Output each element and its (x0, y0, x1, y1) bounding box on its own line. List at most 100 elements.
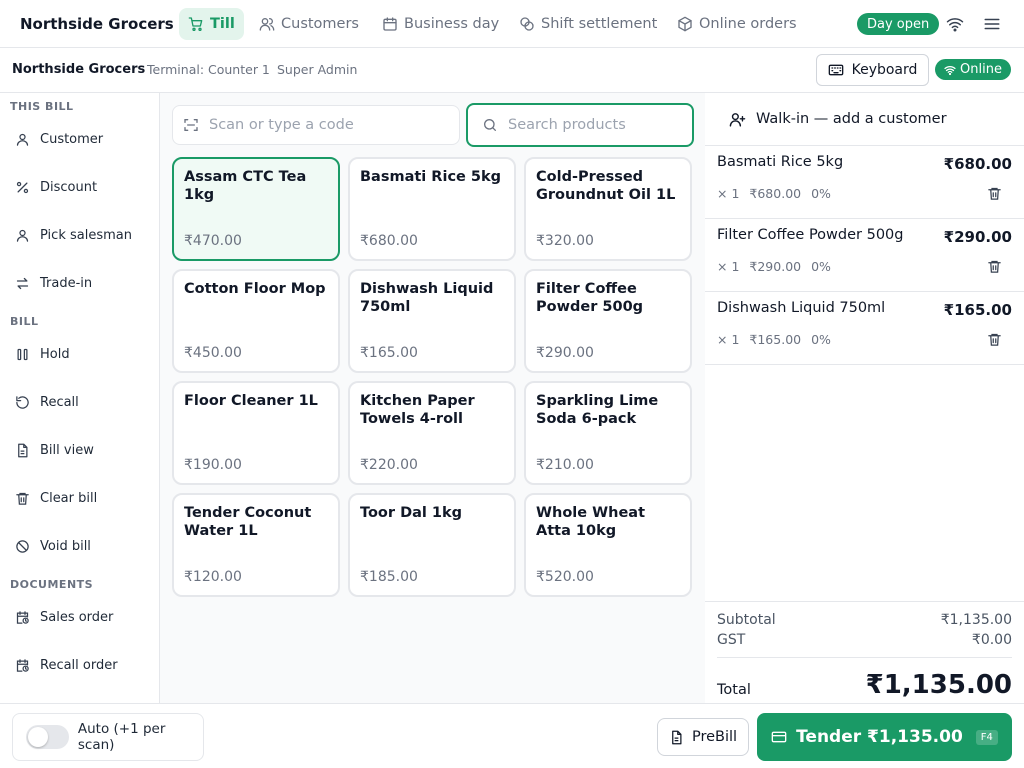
keyboard-icon (828, 62, 844, 78)
product-price: ₹470.00 (184, 233, 242, 249)
percent-icon (15, 180, 30, 195)
sidebar-item-label: Customer (40, 131, 104, 147)
cart-line-qty: × 1 (717, 259, 740, 274)
totals-section: Subtotal ₹1,135.00 GST ₹0.00 Total ₹1,13… (705, 601, 1024, 703)
product-card[interactable]: Tender Coconut Water 1L ₹120.00 (172, 493, 340, 597)
product-price: ₹185.00 (360, 569, 418, 585)
cart-line-name: Filter Coffee Powder 500g (717, 227, 904, 243)
sidebar-item-bill-view[interactable]: Bill view (15, 438, 94, 462)
tab-business-day-label: Business day (404, 16, 500, 32)
trash-icon[interactable] (987, 332, 1002, 347)
wifi-icon (946, 15, 964, 33)
product-card[interactable]: Basmati Rice 5kg ₹680.00 (348, 157, 516, 261)
product-price: ₹520.00 (536, 569, 594, 585)
tab-business-day[interactable]: Business day (373, 8, 508, 40)
product-card[interactable]: Filter Coffee Powder 500g ₹290.00 (524, 269, 692, 373)
product-card[interactable]: Floor Cleaner 1L ₹190.00 (172, 381, 340, 485)
cart-line-qty: × 1 (717, 332, 740, 347)
coins-icon (519, 16, 535, 32)
sidebar-item-label: Sales order (40, 609, 114, 625)
brand-name: Northside Grocers (20, 15, 174, 33)
cart-line-total: ₹290.00 (943, 228, 1012, 246)
product-card[interactable]: Cotton Floor Mop ₹450.00 (172, 269, 340, 373)
terminal-label: Terminal: Counter 1 (147, 62, 270, 77)
product-name: Floor Cleaner 1L (184, 393, 318, 409)
add-customer-button[interactable]: Walk-in — add a customer (705, 93, 1024, 146)
tab-customers[interactable]: Customers (250, 8, 368, 40)
product-name: Toor Dal 1kg (360, 505, 463, 521)
sidebar-item-void-bill[interactable]: Void bill (15, 534, 91, 558)
product-name: Sparkling Lime Soda 6-pack (536, 393, 659, 427)
menu-icon[interactable] (983, 15, 1001, 33)
product-card[interactable]: Whole Wheat Atta 10kg ₹520.00 (524, 493, 692, 597)
product-price: ₹120.00 (184, 569, 242, 585)
sidebar-item-recall-order[interactable]: Recall order (15, 653, 118, 677)
calendar-icon (382, 16, 398, 32)
cart-line[interactable]: Basmati Rice 5kg ₹680.00 × 1 ₹680.00 0% (705, 146, 1024, 219)
prebill-label: PreBill (691, 729, 738, 745)
tab-shift-settlement-label: Shift settlement (541, 16, 658, 32)
section-bill: BILL (10, 315, 39, 328)
tender-button[interactable]: Tender ₹1,135.00 F4 (757, 713, 1012, 761)
store-name: Northside Grocers (12, 62, 146, 77)
sidebar-item-hold[interactable]: Hold (15, 342, 70, 366)
package-icon (677, 16, 693, 32)
product-name: Cotton Floor Mop (184, 281, 326, 297)
product-price: ₹210.00 (536, 457, 594, 473)
toggle-switch[interactable] (26, 725, 69, 749)
top-navigation: Northside Grocers Till Customers Busines… (0, 0, 1024, 48)
cart-line-unit-price: ₹680.00 (749, 186, 802, 201)
sidebar-item-trade-in[interactable]: Trade-in (15, 271, 92, 295)
sidebar-item-label: Bill view (40, 442, 94, 458)
gst-value: ₹0.00 (971, 632, 1012, 648)
undo-icon (15, 395, 30, 410)
sidebar-item-recall[interactable]: Recall (15, 390, 79, 414)
product-name: Cold-Pressed Groundnut Oil 1L (536, 169, 676, 203)
product-name: Assam CTC Tea 1kg (184, 169, 307, 203)
product-name: Whole Wheat Atta 10kg (536, 505, 645, 539)
tab-till-label: Till (210, 16, 235, 32)
product-name: Basmati Rice 5kg (360, 169, 502, 185)
sidebar-item-clear-bill[interactable]: Clear bill (15, 486, 97, 510)
tab-online-orders-label: Online orders (699, 16, 797, 32)
product-card[interactable]: Cold-Pressed Groundnut Oil 1L ₹320.00 (524, 157, 692, 261)
prebill-button[interactable]: PreBill (657, 718, 749, 756)
product-name: Filter Coffee Powder 500g (536, 281, 644, 315)
sidebar-item-customer[interactable]: Customer (15, 127, 103, 151)
keyboard-button[interactable]: Keyboard (816, 54, 929, 86)
sidebar-item-sales-order[interactable]: Sales order (15, 605, 113, 629)
cart-panel: Walk-in — add a customer Basmati Rice 5k… (705, 93, 1024, 703)
total-label: Total (717, 682, 751, 698)
tab-shift-settlement[interactable]: Shift settlement (510, 8, 666, 40)
product-card[interactable]: Kitchen Paper Towels 4-roll ₹220.00 (348, 381, 516, 485)
wifi-icon (944, 64, 956, 76)
product-card[interactable]: Toor Dal 1kg ₹185.00 (348, 493, 516, 597)
sidebar-item-label: Recall order (40, 657, 118, 673)
tab-till[interactable]: Till (179, 8, 244, 40)
file-icon (15, 443, 30, 458)
product-price: ₹680.00 (360, 233, 418, 249)
trash-icon[interactable] (987, 259, 1002, 274)
cart-line-unit-price: ₹165.00 (749, 332, 802, 347)
product-search-input[interactable]: Search products (466, 103, 694, 147)
scan-code-input[interactable]: Scan or type a code (172, 105, 460, 145)
tab-online-orders[interactable]: Online orders (668, 8, 806, 40)
product-price: ₹220.00 (360, 457, 418, 473)
product-name: Dishwash Liquid 750ml (360, 281, 494, 315)
sidebar-item-discount[interactable]: Discount (15, 175, 97, 199)
cart-line[interactable]: Dishwash Liquid 750ml ₹165.00 × 1 ₹165.0… (705, 292, 1024, 365)
auto-increment-toggle[interactable]: Auto (+1 per scan) (12, 713, 204, 761)
sidebar-item-pick-salesman[interactable]: Pick salesman (15, 223, 132, 247)
user-label: Super Admin (277, 62, 358, 77)
product-card[interactable]: Sparkling Lime Soda 6-pack ₹210.00 (524, 381, 692, 485)
cart-line-discount: 0% (811, 259, 831, 274)
product-card[interactable]: Dishwash Liquid 750ml ₹165.00 (348, 269, 516, 373)
cart-line-total: ₹165.00 (943, 301, 1012, 319)
totals-divider (717, 657, 1012, 658)
cart-line[interactable]: Filter Coffee Powder 500g ₹290.00 × 1 ₹2… (705, 219, 1024, 292)
credit-card-icon (771, 729, 787, 745)
product-card[interactable]: Assam CTC Tea 1kg ₹470.00 (172, 157, 340, 261)
calendar-clock-icon (15, 658, 30, 673)
trash-icon[interactable] (987, 186, 1002, 201)
trash-icon (15, 491, 30, 506)
